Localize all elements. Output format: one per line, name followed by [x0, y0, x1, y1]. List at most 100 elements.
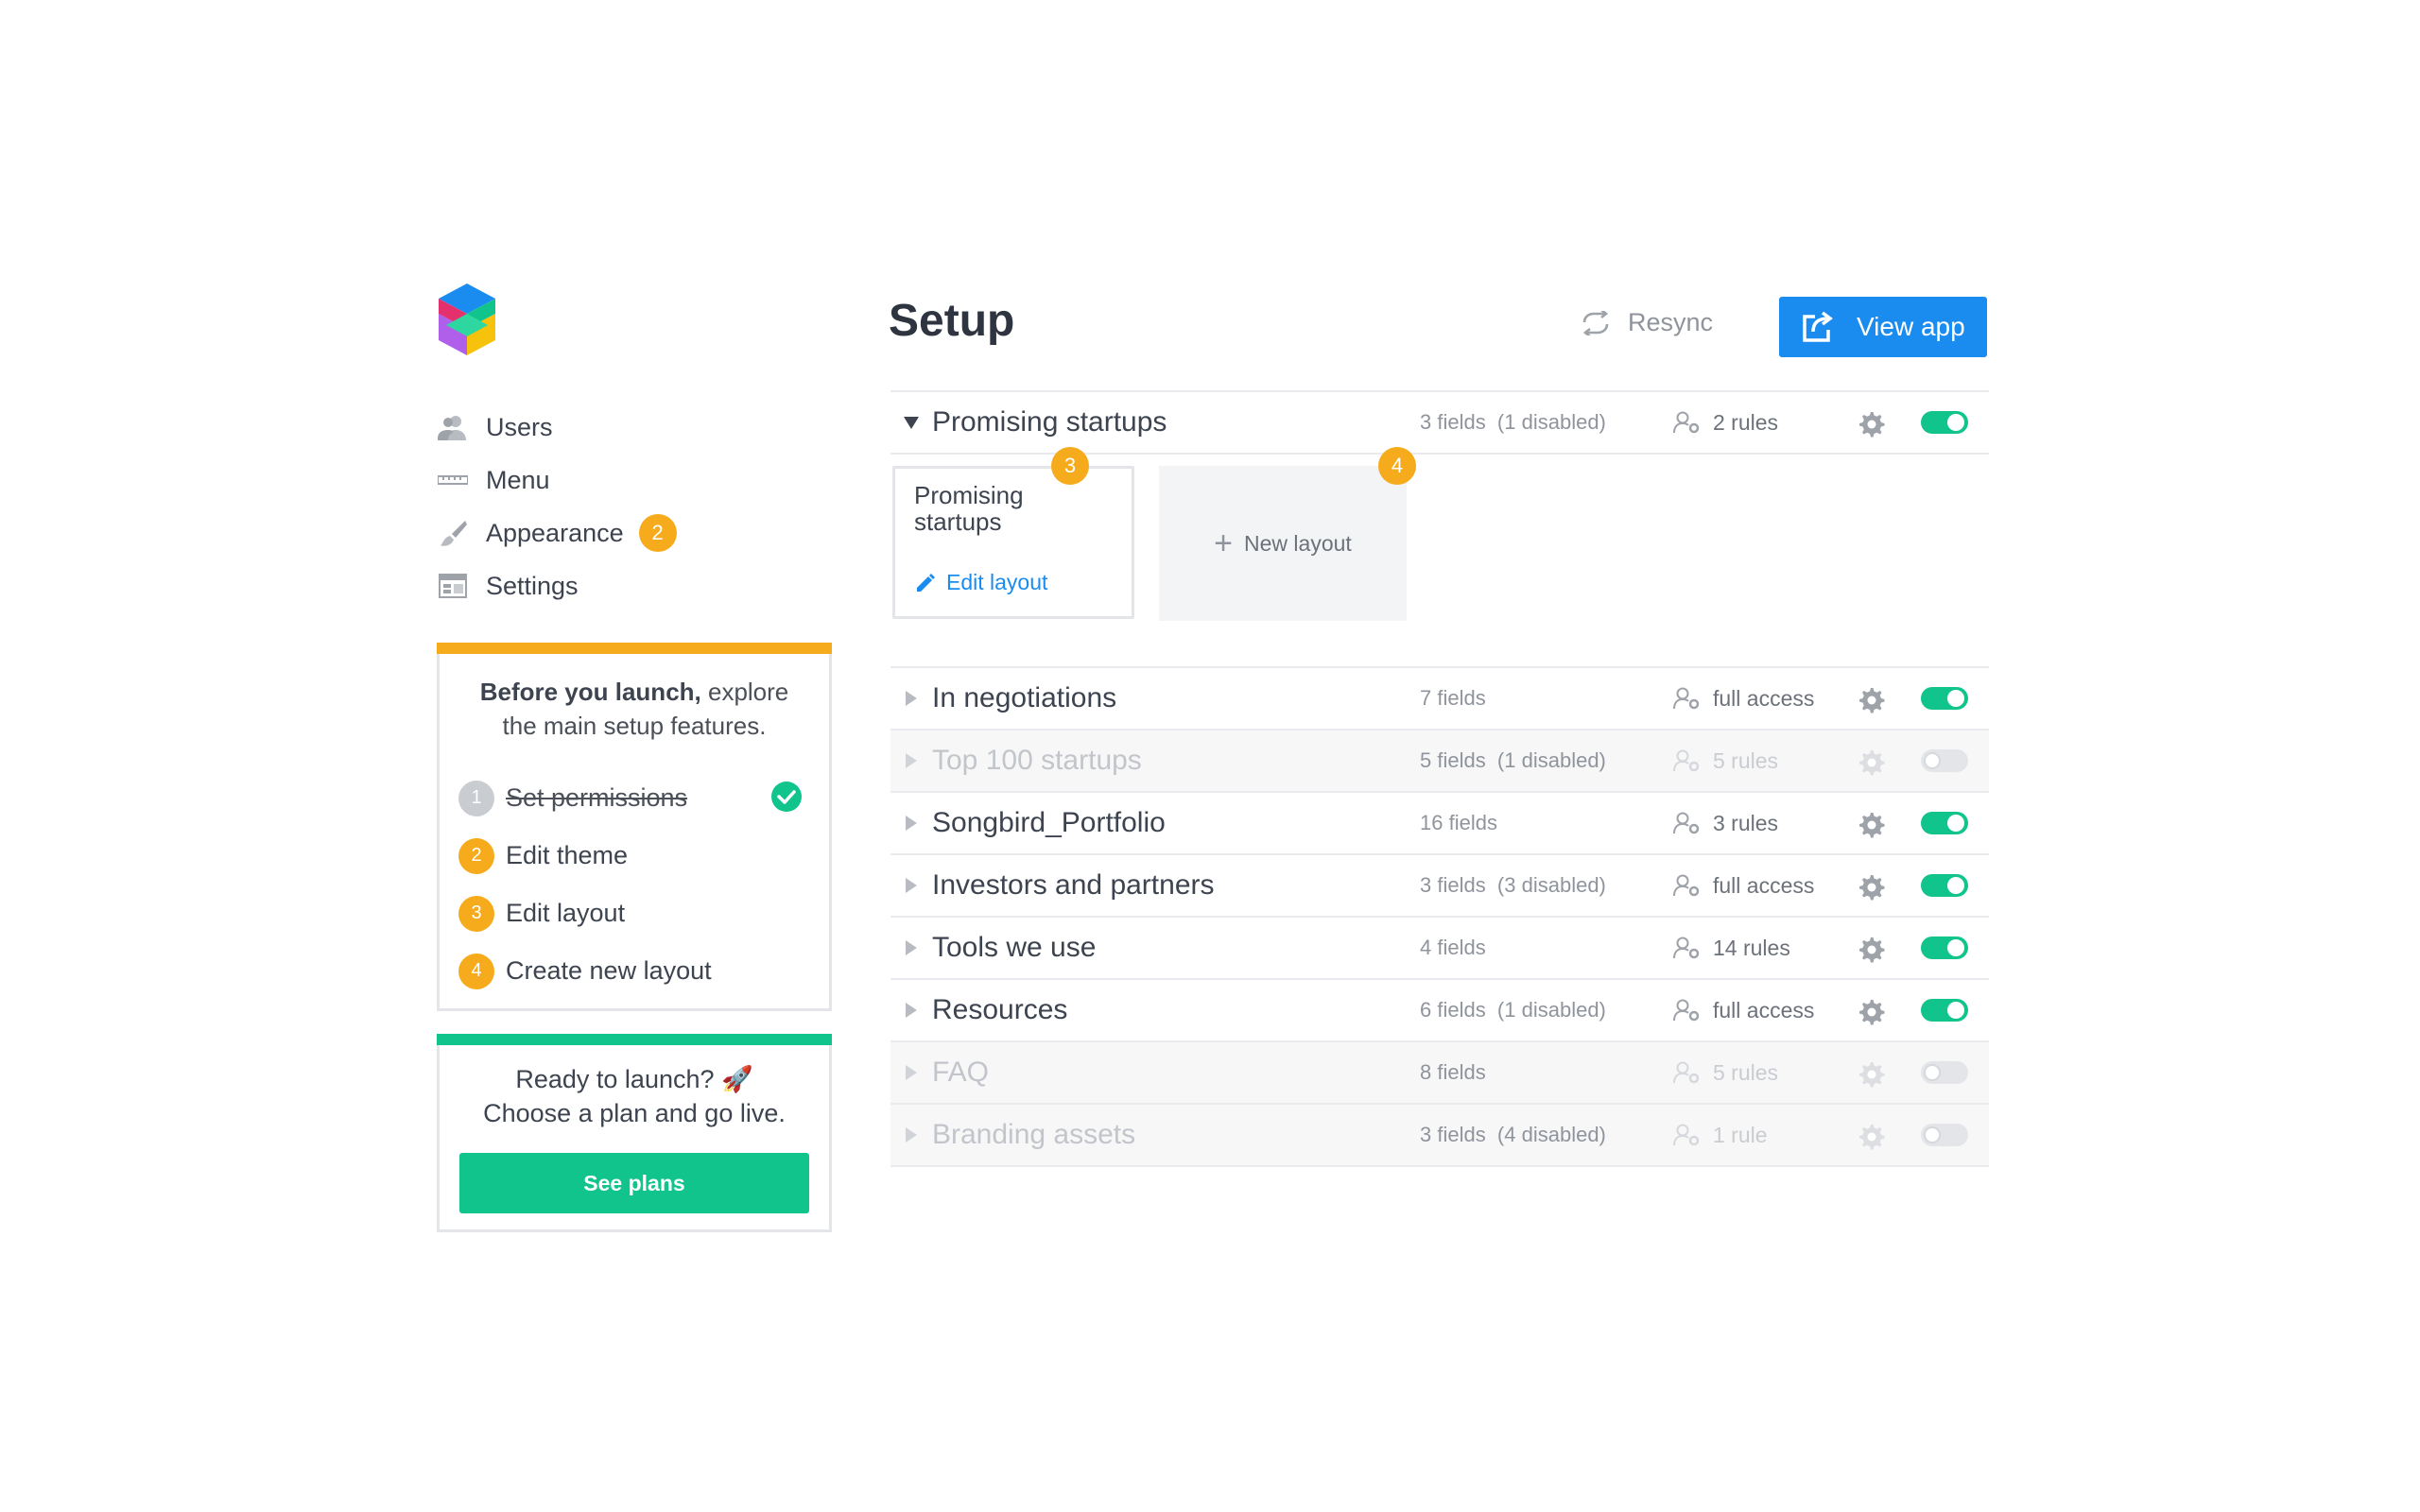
access-rules[interactable]: 3 rules	[1673, 811, 1778, 836]
access-rules[interactable]: 5 rules	[1673, 1060, 1778, 1086]
access-rules[interactable]: 5 rules	[1673, 748, 1778, 774]
table-enabled-toggle[interactable]	[1921, 411, 1968, 434]
resync-label: Resync	[1628, 308, 1714, 336]
external-link-icon	[1803, 311, 1833, 342]
table-row: Top 100 startups 5 fields (1 disabled) 5 r…	[890, 730, 1989, 793]
gear-icon[interactable]	[1857, 810, 1885, 838]
tables-list: Promising startups 3 fields (1 disabled)…	[890, 390, 1989, 1167]
user-gear-icon	[1673, 999, 1700, 1022]
table-name[interactable]: FAQ	[932, 1057, 989, 1089]
users-icon	[437, 413, 469, 441]
gear-icon[interactable]	[1857, 685, 1885, 713]
table-fields: 8 fields	[1420, 1060, 1486, 1084]
sidebar-item-appearance[interactable]: Appearance 2	[437, 507, 720, 559]
table-row: FAQ 8 fields 5 rules	[890, 1042, 1989, 1105]
table-name[interactable]: Branding assets	[932, 1119, 1135, 1151]
gear-icon[interactable]	[1857, 872, 1885, 901]
table-fields: 3 fields (1 disabled)	[1420, 410, 1606, 434]
table-enabled-toggle[interactable]	[1921, 1061, 1968, 1084]
resync-icon	[1582, 310, 1609, 335]
sidebar-item-menu[interactable]: Menu	[437, 454, 720, 507]
appearance-badge: 2	[638, 514, 677, 552]
access-rules[interactable]: full access	[1673, 873, 1814, 899]
gear-icon[interactable]	[1857, 1059, 1885, 1088]
access-label: 5 rules	[1713, 747, 1779, 773]
sidebar-item-label: Menu	[486, 465, 550, 494]
menu-icon	[437, 466, 469, 494]
table-enabled-toggle[interactable]	[1921, 1124, 1968, 1146]
step-edit-layout[interactable]: 3 Edit layout	[458, 885, 829, 942]
collapse-caret-icon[interactable]	[904, 416, 919, 429]
new-layout-button[interactable]: + New layout	[1159, 466, 1407, 621]
expand-caret-icon[interactable]	[906, 1127, 917, 1143]
sidebar-nav: Users Menu Appearance 2 Settings	[437, 401, 720, 612]
layout-step-badge: 3	[1051, 447, 1089, 485]
expand-caret-icon[interactable]	[906, 878, 917, 893]
table-rows: In negotiations 7 fields full access Top 10…	[890, 668, 1989, 1167]
step-label: Create new layout	[506, 956, 712, 985]
app-logo[interactable]	[437, 284, 497, 355]
settings-panel-icon	[437, 572, 469, 600]
resync-button[interactable]: Resync	[1581, 308, 1713, 337]
access-label: 2 rules	[1713, 409, 1779, 435]
table-name[interactable]: Songbird_Portfolio	[932, 807, 1166, 839]
access-rules[interactable]: 14 rules	[1673, 936, 1790, 961]
table-name[interactable]: Resources	[932, 994, 1067, 1026]
table-name[interactable]: Promising startups	[932, 406, 1167, 438]
step-create-new-layout[interactable]: 4 Create new layout	[458, 942, 829, 1000]
step-set-permissions[interactable]: 1 Set permissions	[458, 769, 829, 827]
table-enabled-toggle[interactable]	[1921, 999, 1968, 1022]
checklist-intro: Before you launch, explore the main setu…	[440, 654, 829, 743]
access-rules[interactable]: 1 rule	[1673, 1123, 1768, 1148]
step-edit-theme[interactable]: 2 Edit theme	[458, 827, 829, 885]
page-title: Setup	[889, 296, 1015, 346]
table-enabled-toggle[interactable]	[1921, 687, 1968, 710]
gear-icon[interactable]	[1857, 747, 1885, 776]
user-gear-icon	[1673, 812, 1700, 834]
view-app-button[interactable]: View app	[1779, 297, 1987, 357]
table-enabled-toggle[interactable]	[1921, 874, 1968, 897]
access-label: 5 rules	[1713, 1059, 1779, 1085]
card-accent-bar	[437, 643, 832, 654]
user-gear-icon	[1673, 749, 1700, 772]
table-fields: 3 fields (3 disabled)	[1420, 873, 1606, 897]
expand-caret-icon[interactable]	[906, 691, 917, 706]
table-row: In negotiations 7 fields full access	[890, 668, 1989, 730]
table-fields: 7 fields	[1420, 686, 1486, 710]
step-label: Edit layout	[506, 899, 626, 927]
expand-caret-icon[interactable]	[906, 940, 917, 955]
gear-icon[interactable]	[1857, 409, 1885, 438]
expand-caret-icon[interactable]	[906, 753, 917, 768]
access-rules[interactable]: full access	[1673, 686, 1814, 712]
table-name[interactable]: In negotiations	[932, 682, 1116, 714]
layout-card[interactable]: Promising startups Edit layout	[892, 466, 1134, 619]
expand-caret-icon[interactable]	[906, 1003, 917, 1018]
checklist-steps: 1 Set permissions 2 Edit theme 3 Edit la…	[440, 743, 829, 1000]
edit-layout-link[interactable]: Edit layout	[914, 570, 1047, 595]
see-plans-button[interactable]: See plans	[459, 1153, 809, 1213]
access-label: full access	[1713, 997, 1815, 1022]
table-enabled-toggle[interactable]	[1921, 812, 1968, 834]
user-gear-icon	[1673, 936, 1700, 959]
sidebar-item-users[interactable]: Users	[437, 401, 720, 454]
user-gear-icon	[1673, 411, 1700, 434]
sidebar-item-settings[interactable]: Settings	[437, 559, 720, 612]
plan-message-line1: Ready to launch? 🚀	[515, 1065, 753, 1093]
step-number: 4	[458, 953, 494, 989]
expand-caret-icon[interactable]	[906, 816, 917, 831]
table-name[interactable]: Top 100 startups	[932, 745, 1142, 777]
table-enabled-toggle[interactable]	[1921, 749, 1968, 772]
table-enabled-toggle[interactable]	[1921, 936, 1968, 959]
brush-icon	[437, 519, 469, 547]
table-name[interactable]: Investors and partners	[932, 869, 1215, 902]
access-rules[interactable]: 2 rules	[1673, 410, 1778, 436]
gear-icon[interactable]	[1857, 997, 1885, 1025]
new-layout-step-badge: 4	[1378, 447, 1416, 485]
sidebar-item-label: Appearance	[486, 518, 624, 547]
table-name[interactable]: Tools we use	[932, 932, 1096, 964]
gear-icon[interactable]	[1857, 1122, 1885, 1150]
step-number: 2	[458, 837, 494, 874]
expand-caret-icon[interactable]	[906, 1065, 917, 1080]
gear-icon[interactable]	[1857, 935, 1885, 963]
access-rules[interactable]: full access	[1673, 998, 1814, 1023]
